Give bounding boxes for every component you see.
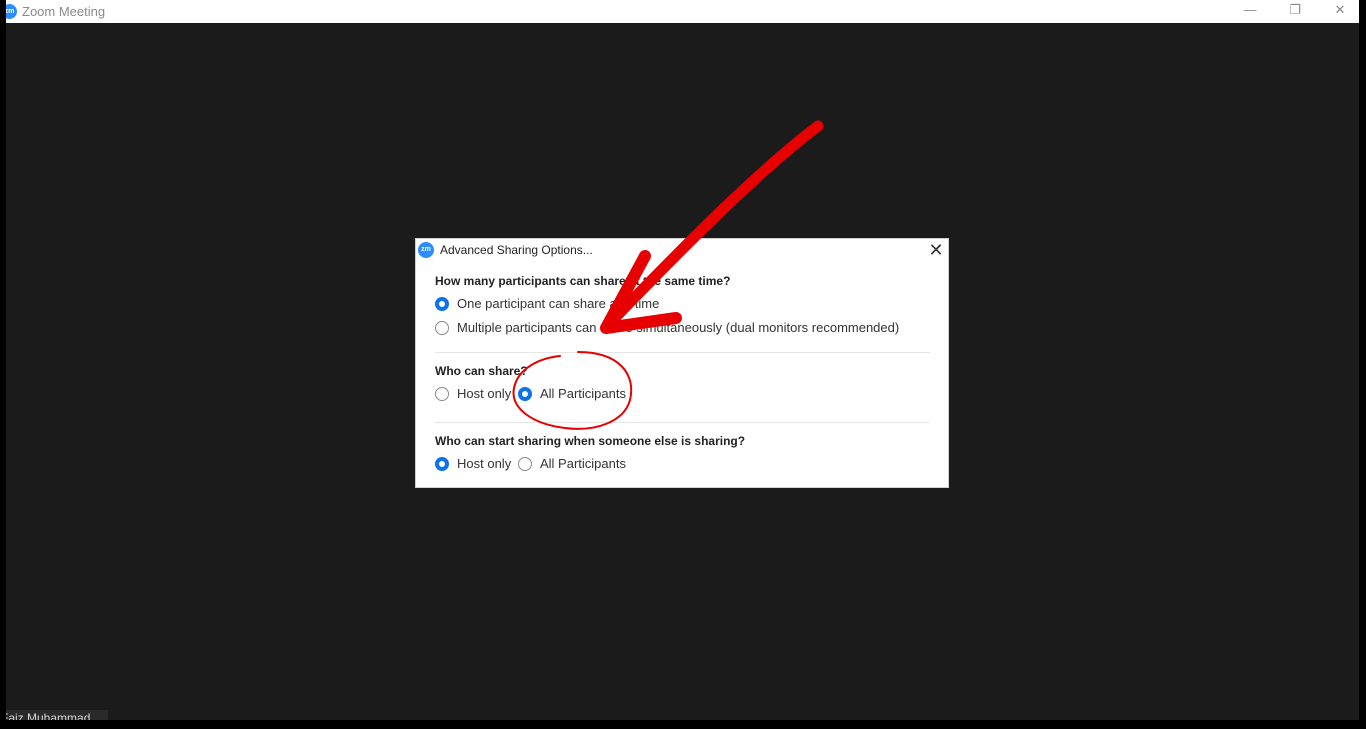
zoom-logo-icon: zm (6, 4, 17, 19)
participant-name: Faiz Muhammad (6, 711, 91, 720)
radio-multiple-participants[interactable]: Multiple participants can share simultan… (435, 320, 899, 335)
advanced-sharing-dialog: zm Advanced Sharing Options... ✕ How man… (415, 238, 949, 488)
radio-start-host-only[interactable]: Host only (435, 456, 511, 471)
section-divider (435, 352, 930, 353)
close-window-button[interactable]: ✕ (1318, 0, 1359, 23)
radio-share-all-participants[interactable]: All Participants (518, 386, 626, 401)
window-title: Zoom Meeting (22, 4, 106, 19)
dialog-title: Advanced Sharing Options... (440, 243, 593, 257)
question-start-while-sharing: Who can start sharing when someone else … (435, 434, 746, 448)
radio-button-icon[interactable] (435, 296, 449, 311)
screen: zm Zoom Meeting — ❐ ✕ Faiz Muhammad zm A… (0, 0, 1366, 729)
radio-button-icon[interactable] (435, 456, 449, 471)
radio-share-host-only[interactable]: Host only (435, 386, 511, 401)
radio-button-icon[interactable] (435, 386, 449, 401)
question-who-can-share: Who can share? (435, 364, 528, 378)
radio-button-icon[interactable] (435, 320, 449, 335)
radio-label: All Participants (540, 386, 626, 401)
radio-label: One participant can share at a time (457, 296, 660, 311)
radio-button-icon[interactable] (518, 456, 532, 471)
radio-label: Host only (457, 456, 512, 471)
minimize-button[interactable]: — (1228, 0, 1272, 23)
radio-label: All Participants (540, 456, 626, 471)
question-concurrent-sharing: How many participants can share at the s… (435, 274, 731, 288)
radio-start-all-participants[interactable]: All Participants (518, 456, 626, 471)
zoom-logo-icon: zm (418, 242, 434, 258)
radio-one-participant[interactable]: One participant can share at a time (435, 296, 659, 311)
participant-name-tag: Faiz Muhammad (6, 710, 108, 720)
radio-button-icon[interactable] (518, 386, 532, 401)
maximize-button[interactable]: ❐ (1273, 0, 1317, 23)
radio-label: Multiple participants can share simultan… (457, 320, 900, 335)
radio-label: Host only (457, 386, 512, 401)
section-divider (435, 422, 930, 423)
window-titlebar: zm Zoom Meeting — ❐ ✕ (6, 0, 1359, 23)
dialog-close-button[interactable]: ✕ (926, 239, 946, 261)
